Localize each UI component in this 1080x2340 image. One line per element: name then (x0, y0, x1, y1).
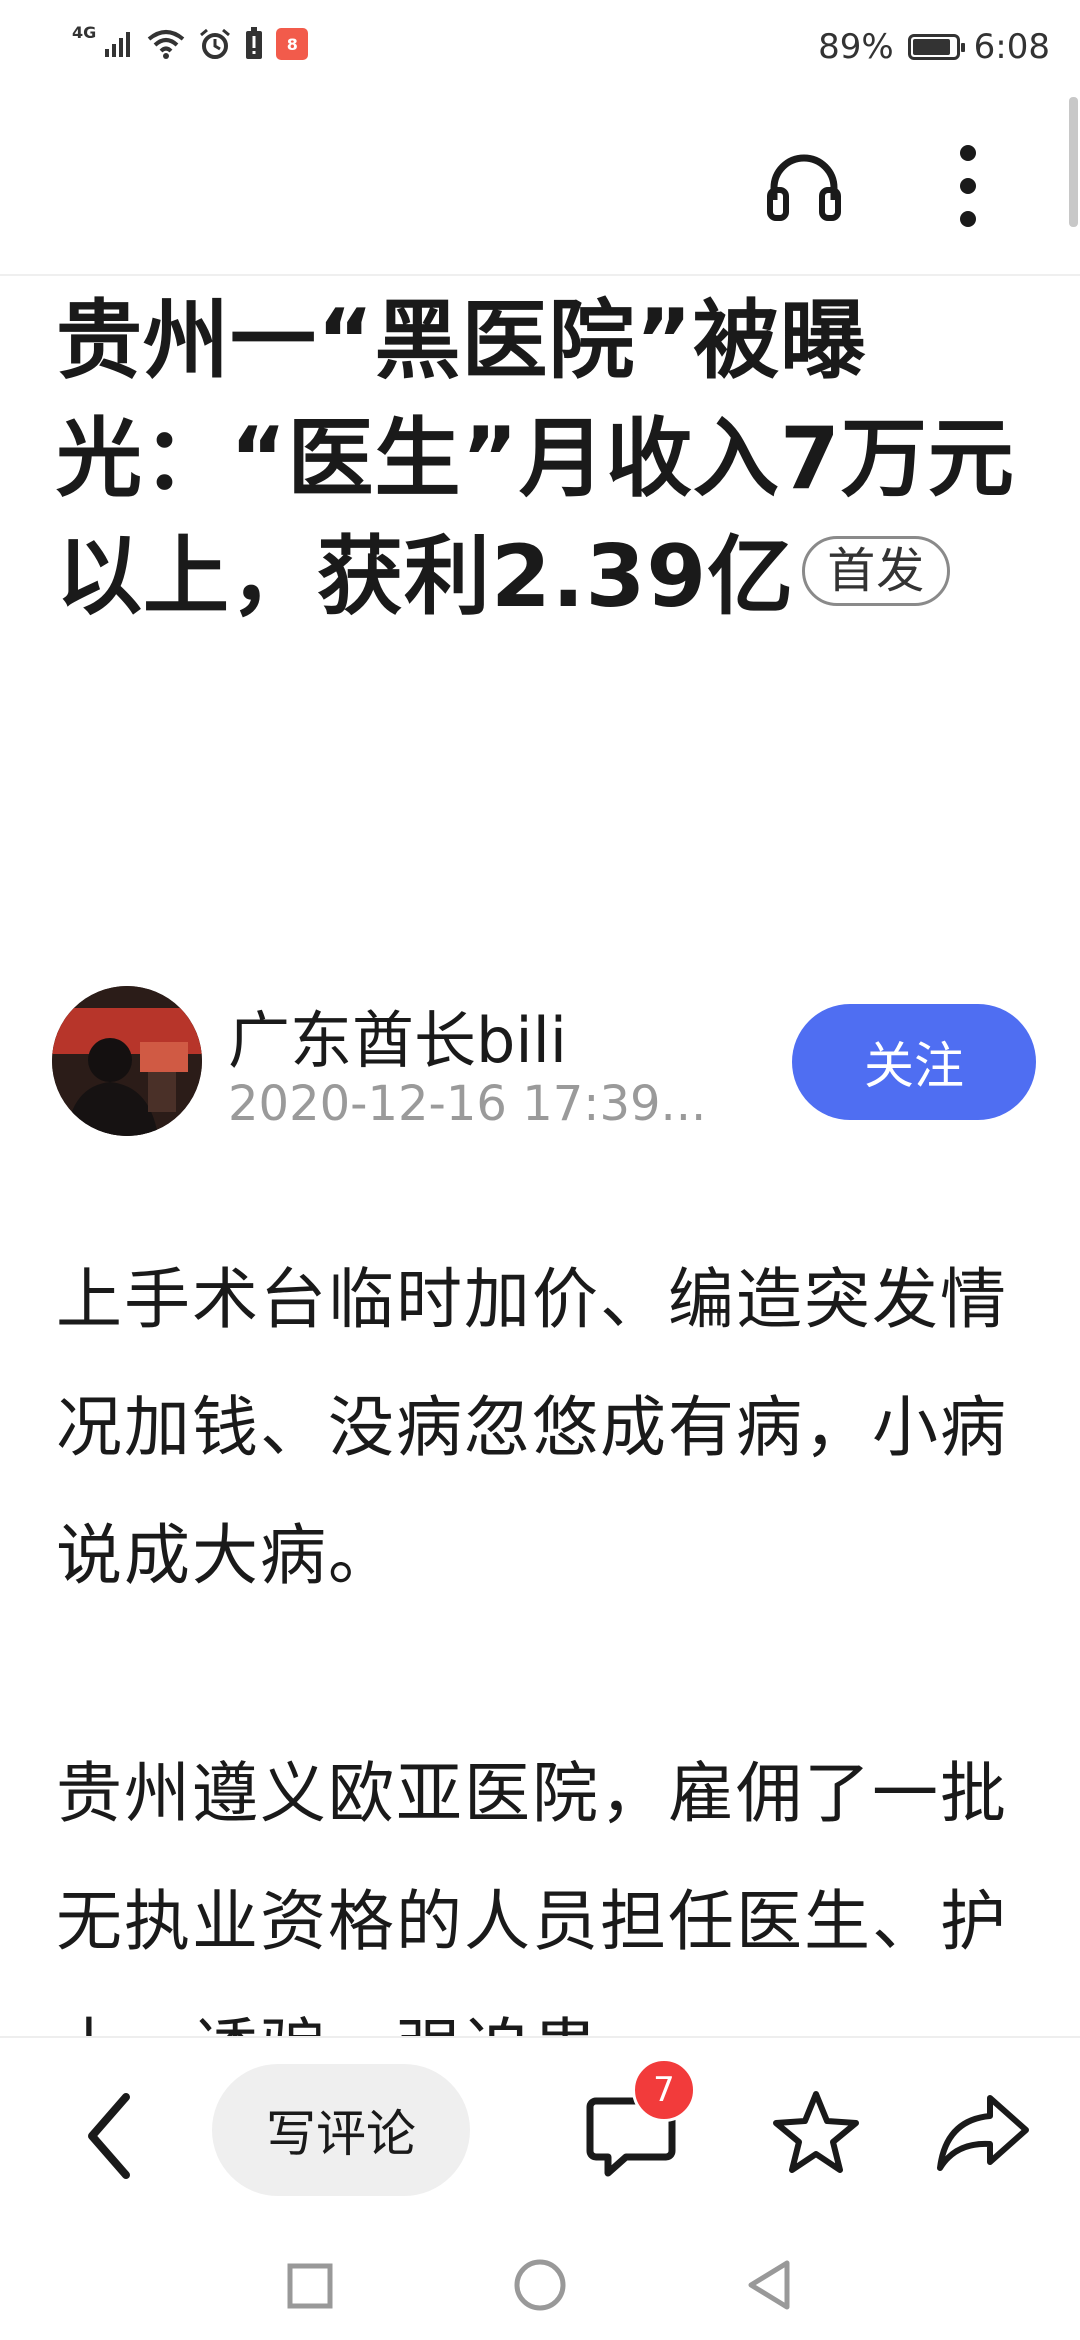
wifi-icon (147, 30, 185, 59)
triangle-back-icon (748, 2260, 790, 2310)
battery-warning-icon (246, 27, 263, 59)
first-publish-badge: 首发 (802, 535, 951, 606)
star-icon (773, 2091, 859, 2173)
publish-time: 2020-12-16 17:39... (228, 1076, 707, 1132)
alarm-icon (200, 28, 231, 59)
favorite-button[interactable] (766, 2082, 866, 2182)
clock: 6:08 (973, 27, 1050, 67)
share-arrow-icon (937, 2095, 1029, 2171)
headphones-icon (767, 154, 841, 221)
article-title: 贵州一“黑医院”被曝光：“医生”月收入7万元以上，获利2.39亿 首发 (56, 282, 1016, 636)
status-icons-right: 89% 6:08 (818, 22, 1050, 72)
battery-percent: 89% (818, 27, 894, 67)
circle-icon (514, 2259, 566, 2311)
comments-button[interactable]: 7 (582, 2058, 696, 2186)
scrollbar[interactable] (1068, 92, 1080, 237)
system-back-button[interactable] (736, 2252, 800, 2318)
more-button[interactable] (938, 138, 998, 234)
battery-icon (907, 34, 965, 60)
signal-icon (105, 32, 131, 57)
app-notification-icon: 8 (276, 28, 309, 60)
share-button[interactable] (930, 2082, 1034, 2182)
network-type: 4G (72, 22, 97, 42)
author-name[interactable]: 广东酋长bili (228, 990, 567, 1080)
system-nav-bar (0, 2232, 1080, 2340)
battery-fill (912, 39, 950, 55)
article-body: 上手术台临时加价、编造突发情况加钱、没病忽悠成有病，小病说成大病。 贵州遵义欧亚… (56, 1236, 1036, 2036)
paragraph: 贵州遵义欧亚医院，雇佣了一批无执业资格的人员担任医生、护士，诱骗、强迫患 (56, 1755, 1008, 2036)
avatar-image (52, 986, 202, 1136)
write-comment-input[interactable]: 写评论 (212, 2064, 470, 2196)
article-action-bar: 写评论 7 (0, 2036, 1080, 2234)
status-icons-left: 4G 8 (72, 22, 309, 66)
status-bar: 4G 8 89% 6:08 (0, 0, 1080, 92)
comment-count-badge: 7 (632, 2058, 696, 2122)
square-icon (287, 2263, 333, 2309)
scrollbar-thumb[interactable] (1069, 97, 1078, 227)
author-avatar[interactable] (52, 986, 202, 1136)
article-toolbar (0, 92, 1080, 276)
paragraph: 上手术台临时加价、编造突发情况加钱、没病忽悠成有病，小病说成大病。 (56, 1261, 1008, 1594)
recent-apps-button[interactable] (278, 2254, 342, 2318)
author-row: 广东酋长bili 2020-12-16 17:39... 关注 (52, 986, 1036, 1136)
home-button[interactable] (508, 2250, 572, 2320)
more-vertical-icon (960, 145, 976, 227)
back-chevron-icon (88, 2093, 130, 2179)
listen-button[interactable] (756, 138, 852, 234)
back-button[interactable] (70, 2086, 150, 2186)
follow-button[interactable]: 关注 (792, 1004, 1036, 1120)
